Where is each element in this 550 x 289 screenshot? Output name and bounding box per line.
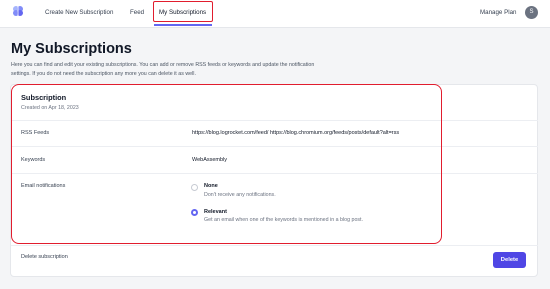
divider <box>11 245 538 246</box>
page-description: Here you can find and edit your existing… <box>11 62 315 77</box>
manage-plan-link[interactable]: Manage Plan <box>480 9 516 16</box>
annotation-highlight-card <box>11 84 442 244</box>
nav-feed[interactable]: Feed <box>130 9 144 16</box>
active-tab-indicator <box>154 24 212 26</box>
annotation-highlight-nav <box>153 1 213 22</box>
delete-button[interactable]: Delete <box>493 252 526 268</box>
top-navigation: Create New Subscription Feed My Subscrip… <box>0 0 550 28</box>
nav-create-subscription[interactable]: Create New Subscription <box>45 9 113 16</box>
user-avatar[interactable]: S <box>525 6 538 19</box>
brain-logo-icon[interactable] <box>11 4 25 18</box>
delete-subscription-label: Delete subscription <box>21 254 68 260</box>
page-title: My Subscriptions <box>11 41 132 57</box>
